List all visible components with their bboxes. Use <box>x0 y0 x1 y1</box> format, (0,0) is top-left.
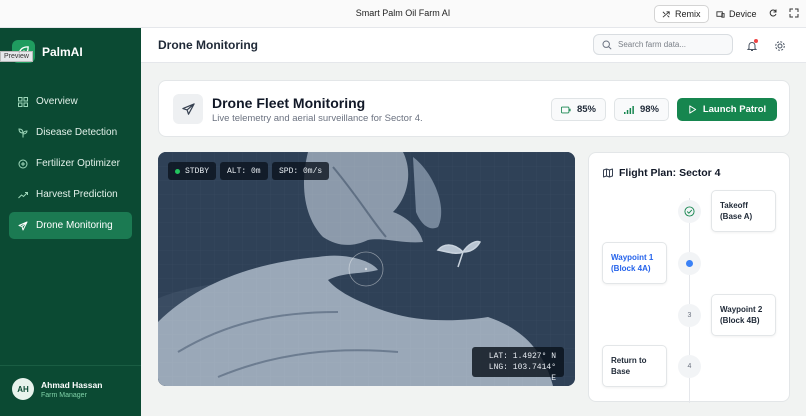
waypoint-location: Base <box>611 367 631 376</box>
sidebar-divider <box>0 365 141 366</box>
waypoint-card-return[interactable]: Return to Base <box>602 345 667 387</box>
user-role: Farm Manager <box>41 391 87 399</box>
sidebar-item-label: Fertilizer Optimizer <box>36 158 120 169</box>
drone-status: STDBY <box>185 166 210 176</box>
search-input[interactable] <box>618 40 728 49</box>
launch-patrol-button[interactable]: Launch Patrol <box>677 98 777 121</box>
waypoint-card-block-4a[interactable]: Waypoint 1 (Block 4A) <box>602 242 667 284</box>
user-profile[interactable]: AH Ahmad Hassan Farm Manager <box>12 378 102 400</box>
notification-dot <box>754 39 758 43</box>
waypoint-card-block-4b[interactable]: Waypoint 2 (Block 4B) <box>711 294 776 336</box>
check-circle-icon <box>684 206 695 217</box>
brand-name: PalmAI <box>42 44 83 59</box>
device-icon <box>716 10 725 18</box>
signal-icon <box>624 106 634 114</box>
remix-button[interactable]: Remix <box>654 5 709 23</box>
gear-icon[interactable] <box>774 39 786 51</box>
battery-icon <box>561 106 571 113</box>
plane-icon <box>18 221 28 230</box>
waypoint-node-3: 3 <box>678 304 701 327</box>
speed-value: SPD: 0m/s <box>279 166 323 176</box>
waypoint-node-takeoff <box>678 200 701 223</box>
sidebar-item-harvest-prediction[interactable]: Harvest Prediction <box>9 181 132 208</box>
search-box[interactable] <box>593 34 733 55</box>
altitude-value: ALT: 0m <box>227 166 261 176</box>
speed-readout: SPD: 0m/s <box>272 162 330 180</box>
sidebar-item-label: Disease Detection <box>36 127 118 138</box>
altitude-readout: ALT: 0m <box>220 162 268 180</box>
search-icon <box>602 39 612 50</box>
waypoint-location: (Block 4B) <box>720 316 760 325</box>
waypoint-number: 3 <box>687 312 692 319</box>
grid-icon <box>18 96 28 107</box>
sidebar-item-label: Drone Monitoring <box>36 220 113 231</box>
waypoint-card-takeoff[interactable]: Takeoff (Base A) <box>711 190 776 232</box>
waypoint-location: (Block 4A) <box>611 264 651 273</box>
waypoint-node-4: 4 <box>678 355 701 378</box>
plane-icon <box>173 94 203 124</box>
battery-stat: 85% <box>551 98 606 121</box>
fleet-subtitle: Live telemetry and aerial surveillance f… <box>212 113 423 124</box>
window-titlebar: Smart Palm Oil Farm AI Remix Device <box>0 0 806 28</box>
waypoint-name: Waypoint 1 <box>611 253 654 262</box>
preview-badge: Preview <box>0 51 33 62</box>
drone-status-badge: STDBY <box>168 162 217 180</box>
fleet-title: Drone Fleet Monitoring <box>212 95 366 111</box>
device-label: Device <box>729 9 757 19</box>
battery-value: 85% <box>576 104 596 115</box>
sidebar-item-label: Harvest Prediction <box>36 189 118 200</box>
active-dot <box>686 260 693 267</box>
user-name: Ahmad Hassan <box>41 379 103 390</box>
waypoint-location: (Base A) <box>720 212 753 221</box>
status-dot <box>175 168 180 174</box>
drone-camera-feed[interactable]: STDBY ALT: 0m SPD: 0m/s LAT: 1.4927° N L… <box>158 152 575 386</box>
waypoint-name: Takeoff <box>720 201 748 210</box>
waypoint-number: 4 <box>687 363 692 370</box>
map-icon <box>603 168 613 178</box>
sidebar: PalmAI Preview Overview Disease Detectio… <box>0 28 141 416</box>
sidebar-item-drone-monitoring[interactable]: Drone Monitoring <box>9 212 132 239</box>
latitude: LAT: 1.4927° N <box>488 352 556 361</box>
avatar: AH <box>12 378 34 400</box>
sidebar-item-fertilizer-optimizer[interactable]: Fertilizer Optimizer <box>9 150 132 177</box>
remix-label: Remix <box>675 9 701 19</box>
signal-value: 98% <box>639 104 659 115</box>
trend-icon <box>18 191 28 198</box>
sidebar-nav: Overview Disease Detection Fertilizer Op… <box>9 88 132 243</box>
fleet-summary-card: Drone Fleet Monitoring Live telemetry an… <box>158 80 790 137</box>
device-button[interactable]: Device <box>709 5 764 23</box>
gps-coordinates: LAT: 1.4927° N LNG: 103.7414° E <box>472 347 564 383</box>
signal-stat: 98% <box>614 98 669 121</box>
page-title: Drone Monitoring <box>158 38 258 52</box>
launch-label: Launch Patrol <box>702 104 767 115</box>
page-header: Drone Monitoring <box>141 28 806 63</box>
remix-icon <box>662 10 670 18</box>
waypoint-name: Waypoint 2 <box>720 305 763 314</box>
flight-plan-title: Flight Plan: Sector 4 <box>619 167 721 179</box>
play-icon <box>689 105 696 114</box>
sprout-icon <box>18 127 28 137</box>
sidebar-item-overview[interactable]: Overview <box>9 88 132 115</box>
expand-icon[interactable] <box>788 8 800 20</box>
waypoint-name: Return to <box>611 356 647 365</box>
flight-plan-panel: Flight Plan: Sector 4 Takeoff (Base A) W… <box>588 152 790 403</box>
sidebar-item-disease-detection[interactable]: Disease Detection <box>9 119 132 146</box>
waypoint-node-active <box>678 252 701 275</box>
flask-icon <box>18 159 28 168</box>
sidebar-item-label: Overview <box>36 96 78 107</box>
flight-plan-header: Flight Plan: Sector 4 <box>603 167 721 179</box>
longitude: LNG: 103.7414° E <box>488 363 556 383</box>
refresh-icon[interactable] <box>767 8 779 20</box>
